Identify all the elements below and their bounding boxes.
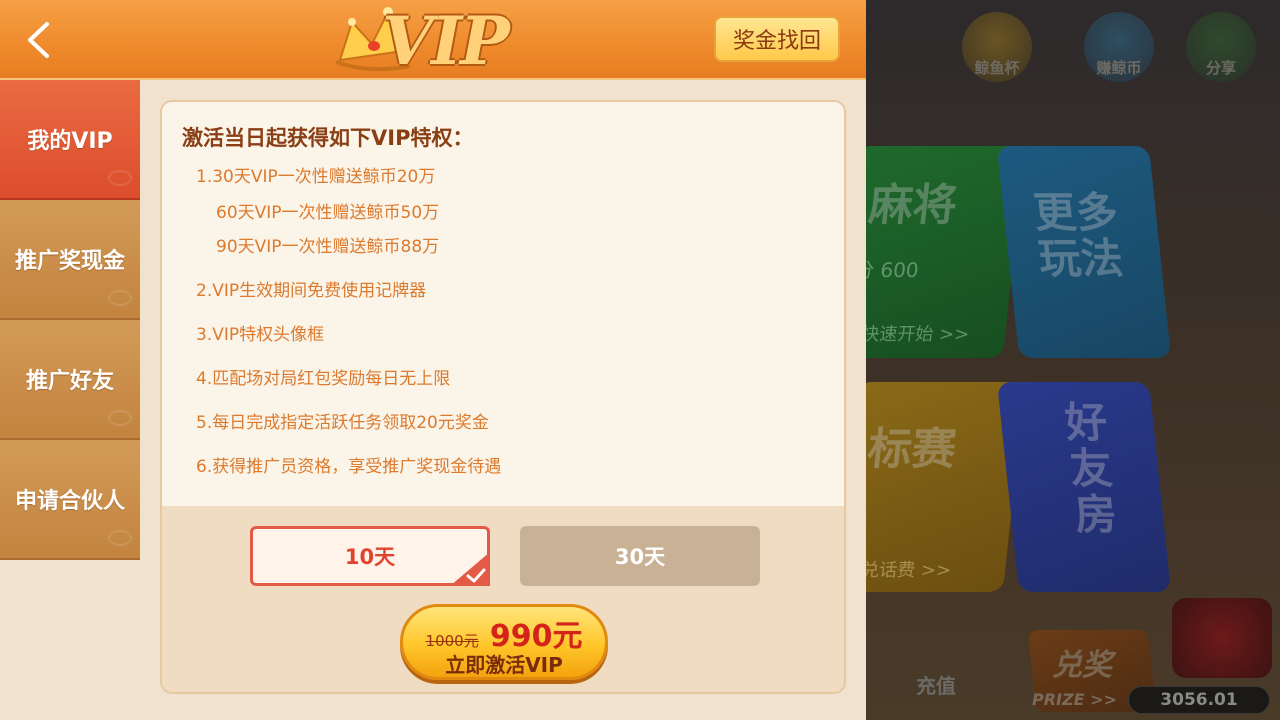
duration-option-10-days[interactable]: 10天 <box>250 526 490 586</box>
perk-line: 2.VIP生效期间免费使用记牌器 <box>196 281 427 301</box>
perk-line: 3.VIP特权头像框 <box>196 325 325 345</box>
more-games-title: 更多玩法 <box>1031 188 1126 284</box>
mahjong-quick-start: 快速开始 >> <box>866 324 971 345</box>
duration-option-label: 10天 <box>344 545 396 569</box>
decoration-icon <box>108 410 132 426</box>
share-label: 分享 <box>1205 59 1236 77</box>
whale-cup-label: 鲸鱼杯 <box>974 59 1020 77</box>
sidebar-item-apply-partner[interactable]: 申请合伙人 <box>0 440 140 560</box>
perk-line: 90天VIP一次性赠送鲸币88万 <box>216 237 440 257</box>
activate-vip-label: 立即激活VIP <box>445 653 563 677</box>
coin-balance: 3056.01 <box>1128 686 1270 714</box>
perk-line: 4.匹配场对局红包奖励每日无上限 <box>196 369 451 389</box>
mahjong-tile-score: 分 600 <box>866 258 920 282</box>
mahjong-tile-title: 麻将 <box>866 180 960 231</box>
vip-header: VIP 奖金找回 <box>0 0 866 80</box>
sidebar-item-label: 推广奖现金 <box>14 249 125 274</box>
back-button[interactable] <box>14 14 62 66</box>
perk-list-panel: 激活当日起获得如下VIP特权： 1.30天VIP一次性赠送鲸币20万 60天VI… <box>162 102 844 506</box>
whale-cup-icon[interactable]: 鲸鱼杯 <box>962 12 1032 82</box>
original-price: 1000元 <box>425 632 479 650</box>
chevron-left-icon <box>28 22 49 58</box>
vip-sidebar: 我的VIP 推广奖现金 推广好友 申请合伙人 <box>0 80 140 560</box>
more-games-tile[interactable]: 更多玩法 <box>996 146 1172 358</box>
vip-title: VIP <box>382 2 510 80</box>
checkmark-icon <box>450 552 490 586</box>
vip-panel: VIP 奖金找回 我的VIP 推广奖现金 推广好友 申请合伙人 激活当日起获得如… <box>0 0 866 720</box>
sidebar-item-label: 推广好友 <box>25 369 114 394</box>
perk-line: 6.获得推广员资格，享受推广奖现金待遇 <box>196 457 502 477</box>
recharge-button[interactable]: 充值 <box>916 670 956 699</box>
earn-coins-label: 赚鲸币 <box>1096 59 1142 77</box>
tournament-sub: 兑话费 >> <box>866 560 953 581</box>
sidebar-item-label: 我的VIP <box>27 129 113 154</box>
game-lobby-background: 鲸鱼杯 赚鲸币 分享 麻将 分 600 快速开始 >> 更多玩法 标赛 兑话费 … <box>866 0 1280 720</box>
earn-coins-icon[interactable]: 赚鲸币 <box>1084 12 1154 82</box>
perk-line: 5.每日完成指定活跃任务领取20元奖金 <box>196 413 489 433</box>
prize-sub-label: PRIZE >> <box>1032 690 1117 709</box>
activate-vip-button[interactable]: 1000元 990元 立即激活VIP <box>400 604 608 680</box>
decoration-icon <box>108 290 132 306</box>
vip-content-card: 激活当日起获得如下VIP特权： 1.30天VIP一次性赠送鲸币20万 60天VI… <box>160 100 846 694</box>
friend-room-tile[interactable]: 好友房 <box>996 382 1172 592</box>
perk-line: 60天VIP一次性赠送鲸币50万 <box>216 203 440 223</box>
duration-option-30-days[interactable]: 30天 <box>520 526 760 586</box>
sidebar-item-promo-cash[interactable]: 推广奖现金 <box>0 200 140 320</box>
duration-option-label: 30天 <box>614 545 666 569</box>
tournament-title: 标赛 <box>866 424 959 475</box>
sidebar-item-promo-friends[interactable]: 推广好友 <box>0 320 140 440</box>
prize-label: 兑奖 <box>1052 648 1112 683</box>
decoration-icon <box>108 530 132 546</box>
bonus-retrieve-button[interactable]: 奖金找回 <box>714 16 840 62</box>
sidebar-item-label: 申请合伙人 <box>14 489 125 514</box>
decoration-icon <box>108 170 132 186</box>
sidebar-item-my-vip[interactable]: 我的VIP <box>0 80 140 200</box>
perk-title: 激活当日起获得如下VIP特权： <box>182 126 474 150</box>
red-packet-icon[interactable] <box>1172 598 1272 678</box>
friend-room-title: 好友房 <box>1062 398 1120 540</box>
perk-line: 1.30天VIP一次性赠送鲸币20万 <box>196 167 436 187</box>
share-icon[interactable]: 分享 <box>1186 12 1256 82</box>
